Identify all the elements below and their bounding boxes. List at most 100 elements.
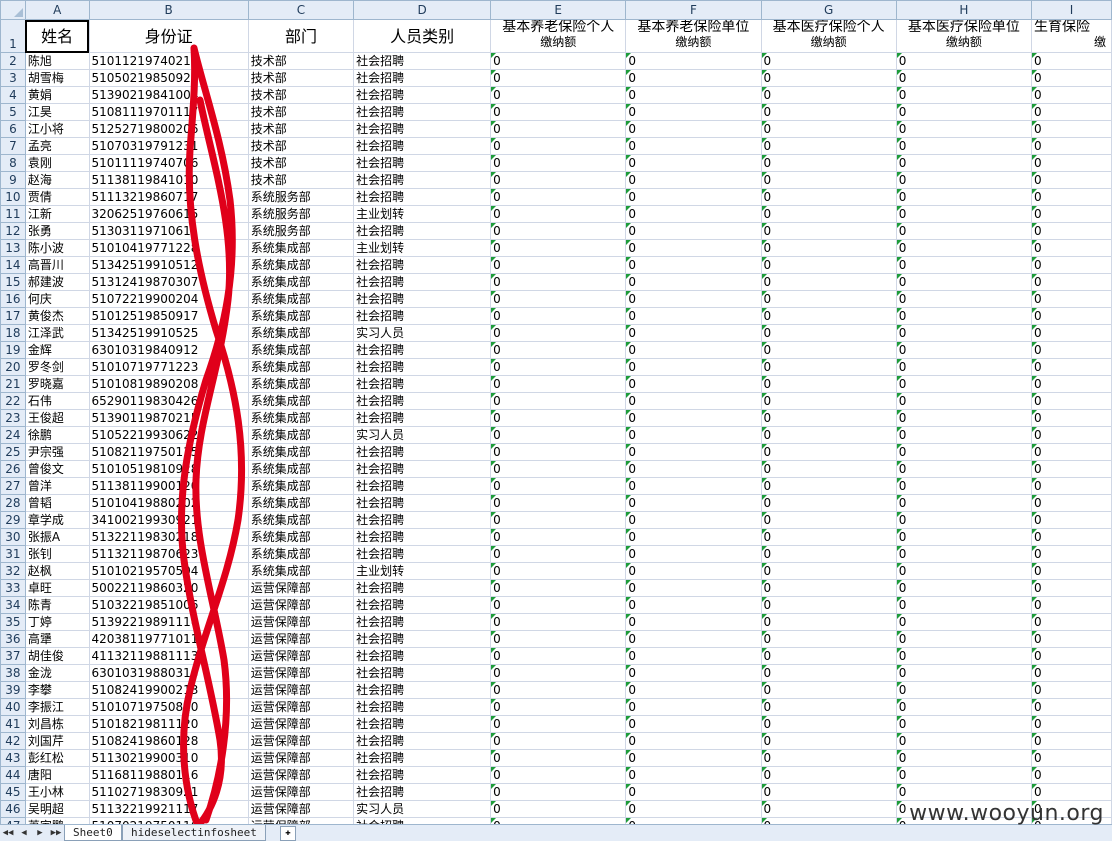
cell-name[interactable]: 江昊 xyxy=(24,103,90,121)
cell-name[interactable]: 张钊 xyxy=(24,545,90,563)
cell-medical-employer[interactable]: 0 xyxy=(895,664,1032,682)
cell-id[interactable]: 51138119841010 xyxy=(88,171,249,189)
cell-category[interactable]: 主业划转 xyxy=(353,562,492,580)
row-number[interactable]: 42 xyxy=(0,732,26,750)
cell-maternity[interactable]: 0 xyxy=(1030,460,1112,478)
cell-pension-personal[interactable]: 0 xyxy=(490,154,627,172)
row-number[interactable]: 41 xyxy=(0,715,26,733)
cell-maternity[interactable]: 0 xyxy=(1030,511,1112,529)
cell-medical-personal[interactable]: 0 xyxy=(760,273,897,291)
cell-dept[interactable]: 系统集成部 xyxy=(247,273,355,291)
cell-maternity[interactable]: 0 xyxy=(1030,188,1112,206)
cell-id[interactable]: 51010519810928 xyxy=(88,460,249,478)
cell-category[interactable]: 社会招聘 xyxy=(353,749,492,767)
cell-medical-personal[interactable]: 0 xyxy=(760,324,897,342)
cell-pension-personal[interactable]: 0 xyxy=(490,392,627,410)
cell-pension-employer[interactable]: 0 xyxy=(625,647,762,665)
cell-maternity[interactable]: 0 xyxy=(1030,69,1112,87)
cell-name[interactable]: 袁刚 xyxy=(24,154,90,172)
row-number[interactable]: 14 xyxy=(0,256,26,274)
cell-name[interactable]: 金辉 xyxy=(24,341,90,359)
cell-id[interactable]: 50022119860320 xyxy=(88,579,249,597)
cell-pension-personal[interactable]: 0 xyxy=(490,222,627,240)
row-number[interactable]: 34 xyxy=(0,596,26,614)
cell-category[interactable]: 社会招聘 xyxy=(353,188,492,206)
cell-medical-employer[interactable]: 0 xyxy=(895,239,1032,257)
cell-dept[interactable]: 技术部 xyxy=(247,69,355,87)
cell-dept[interactable]: 运营保障部 xyxy=(247,732,355,750)
cell-maternity[interactable]: 0 xyxy=(1030,409,1112,427)
cell-medical-personal[interactable]: 0 xyxy=(760,86,897,104)
cell-id[interactable]: 51052219930622 xyxy=(88,426,249,444)
cell-category[interactable]: 社会招聘 xyxy=(353,460,492,478)
cell-pension-personal[interactable]: 0 xyxy=(490,239,627,257)
cell-medical-employer[interactable]: 0 xyxy=(895,205,1032,223)
cell-pension-personal[interactable]: 0 xyxy=(490,171,627,189)
cell-id[interactable]: 65290119830426 xyxy=(88,392,249,410)
first-sheet-icon[interactable]: ◀◀ xyxy=(2,827,14,839)
cell-name[interactable]: 高犟 xyxy=(24,630,90,648)
cell-dept[interactable]: 技术部 xyxy=(247,86,355,104)
cell-medical-employer[interactable]: 0 xyxy=(895,188,1032,206)
cell-id[interactable]: 63010319880316 xyxy=(88,664,249,682)
cell-category[interactable]: 社会招聘 xyxy=(353,511,492,529)
row-number[interactable]: 35 xyxy=(0,613,26,631)
cell-name[interactable]: 赵枫 xyxy=(24,562,90,580)
column-header-h[interactable]: H xyxy=(895,0,1032,20)
cell-medical-employer[interactable]: 0 xyxy=(895,477,1032,495)
cell-category[interactable]: 社会招聘 xyxy=(353,307,492,325)
cell-category[interactable]: 主业划转 xyxy=(353,239,492,257)
cell-category[interactable]: 社会招聘 xyxy=(353,341,492,359)
cell-medical-personal[interactable]: 0 xyxy=(760,205,897,223)
row-number[interactable]: 44 xyxy=(0,766,26,784)
row-number[interactable]: 21 xyxy=(0,375,26,393)
cell-dept[interactable]: 系统集成部 xyxy=(247,545,355,563)
cell-maternity[interactable]: 0 xyxy=(1030,494,1112,512)
cell-dept[interactable]: 系统集成部 xyxy=(247,562,355,580)
column-header-a[interactable]: A xyxy=(24,0,90,20)
cell-medical-personal[interactable]: 0 xyxy=(760,681,897,699)
cell-dept[interactable]: 系统集成部 xyxy=(247,460,355,478)
cell-medical-employer[interactable]: 0 xyxy=(895,732,1032,750)
cell-pension-employer[interactable]: 0 xyxy=(625,358,762,376)
cell-pension-employer[interactable]: 0 xyxy=(625,188,762,206)
cell-maternity[interactable]: 0 xyxy=(1030,664,1112,682)
cell-pension-employer[interactable]: 0 xyxy=(625,783,762,801)
cell-dept[interactable]: 运营保障部 xyxy=(247,766,355,784)
cell-medical-employer[interactable]: 0 xyxy=(895,494,1032,512)
cell-maternity[interactable]: 0 xyxy=(1030,562,1112,580)
cell-name[interactable]: 赵海 xyxy=(24,171,90,189)
cell-name[interactable]: 江小将 xyxy=(24,120,90,138)
cell-pension-personal[interactable]: 0 xyxy=(490,52,627,70)
cell-dept[interactable]: 系统集成部 xyxy=(247,324,355,342)
cell-pension-personal[interactable]: 0 xyxy=(490,783,627,801)
cell-id[interactable]: 51168119880116 xyxy=(88,766,249,784)
cell-medical-employer[interactable]: 0 xyxy=(895,766,1032,784)
cell-medical-personal[interactable]: 0 xyxy=(760,749,897,767)
cell-pension-employer[interactable]: 0 xyxy=(625,511,762,529)
cell-id[interactable]: 51102719830921 xyxy=(88,783,249,801)
cell-category[interactable]: 社会招聘 xyxy=(353,766,492,784)
cell-pension-employer[interactable]: 0 xyxy=(625,545,762,563)
cell-pension-employer[interactable]: 0 xyxy=(625,596,762,614)
cell-id[interactable]: 51032219851006 xyxy=(88,596,249,614)
cell-category[interactable]: 社会招聘 xyxy=(353,375,492,393)
cell-medical-employer[interactable]: 0 xyxy=(895,647,1032,665)
cell-category[interactable]: 社会招聘 xyxy=(353,698,492,716)
cell-medical-personal[interactable]: 0 xyxy=(760,290,897,308)
row-number[interactable]: 46 xyxy=(0,800,26,818)
cell-dept[interactable]: 系统集成部 xyxy=(247,290,355,308)
cell-pension-personal[interactable]: 0 xyxy=(490,732,627,750)
cell-medical-personal[interactable]: 0 xyxy=(760,358,897,376)
cell-category[interactable]: 实习人员 xyxy=(353,324,492,342)
cell-pension-employer[interactable]: 0 xyxy=(625,681,762,699)
cell-pension-employer[interactable]: 0 xyxy=(625,120,762,138)
cell-medical-employer[interactable]: 0 xyxy=(895,630,1032,648)
cell-dept[interactable]: 运营保障部 xyxy=(247,613,355,631)
prev-sheet-icon[interactable]: ◀ xyxy=(18,827,30,839)
cell-id[interactable]: 42038119771011 xyxy=(88,630,249,648)
cell-id[interactable]: 51132219921117 xyxy=(88,800,249,818)
cell-medical-personal[interactable]: 0 xyxy=(760,562,897,580)
cell-pension-employer[interactable]: 0 xyxy=(625,613,762,631)
cell-id[interactable]: 51082419900213 xyxy=(88,681,249,699)
